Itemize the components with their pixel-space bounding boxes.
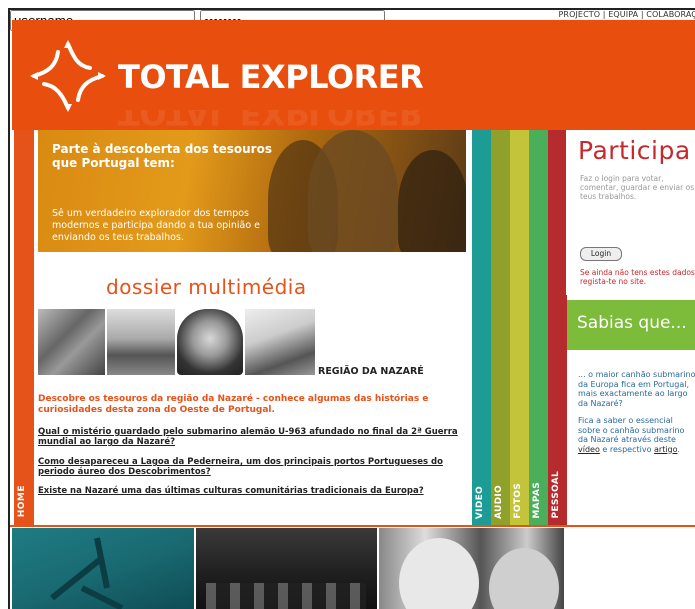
tab-audio[interactable]: AUDIO — [491, 130, 510, 525]
hero-figure — [398, 150, 466, 252]
tab-fotos[interactable]: FOTOS — [510, 130, 529, 525]
tab-mapas-label: MAPAS — [532, 482, 542, 519]
question-link-culturas[interactable]: Existe na Nazaré uma das últimas cultura… — [38, 486, 468, 496]
section-divider — [10, 525, 695, 527]
tab-home-label: HOME — [17, 484, 27, 517]
fact-essencial-mid: e respectivo — [599, 444, 654, 454]
participa-title: Participa — [578, 136, 691, 165]
sabias-facts: ... o maior canhão submarino da Europa f… — [578, 370, 695, 462]
tab-fotos-label: FOTOS — [513, 483, 523, 519]
nav-link-equipa[interactable]: EQUIPA — [608, 10, 638, 19]
thumb-map[interactable] — [38, 309, 105, 375]
page-frame: PROJECTO | EQUIPA | COLABORAÇ TOTAL EXPL… — [8, 8, 695, 609]
top-nav: PROJECTO | EQUIPA | COLABORAÇ — [558, 10, 695, 19]
anchor-shape — [50, 537, 124, 609]
sabias-title: Sabias que... — [577, 313, 687, 333]
thumb-man[interactable] — [245, 309, 315, 375]
fact-essencial-end: . — [677, 444, 680, 454]
dossier-heading: dossier multimédia — [106, 275, 307, 299]
tab-video-label: VIDEO — [475, 485, 485, 519]
brand-title[interactable]: TOTAL EXPLORER — [118, 58, 424, 96]
region-label[interactable]: REGIÃO DA NAZARÉ — [318, 366, 424, 377]
fact-essencial: Fica a saber o essencial sobre o canhão … — [578, 416, 695, 454]
question-link-submarine[interactable]: Qual o mistério guardado pelo submarino … — [38, 427, 468, 447]
artigo-link[interactable]: artigo — [654, 445, 677, 454]
tab-mapas[interactable]: MAPAS — [529, 130, 548, 525]
brand-reflection: TOTAL EXPLORER — [118, 110, 424, 130]
fact-essencial-text: Fica a saber o essencial sobre o canhão … — [578, 416, 685, 444]
register-note[interactable]: Se ainda não tens estes dados, regista-t… — [580, 268, 695, 286]
tab-audio-label: AUDIO — [494, 485, 504, 519]
login-description: Faz o login para votar, comentar, guarda… — [580, 174, 695, 201]
dossier-intro: Descobre os tesouros da região da Nazaré… — [38, 394, 429, 415]
hero-figure — [308, 130, 398, 252]
login-button[interactable]: Login — [580, 247, 622, 261]
nav-link-projecto[interactable]: PROJECTO — [558, 10, 600, 19]
hero-subtitle: Sê um verdadeiro explorador dos tempos m… — [52, 208, 261, 243]
fact-canhao: ... o maior canhão submarino da Europa f… — [578, 370, 695, 408]
photo-underwater[interactable] — [12, 528, 194, 609]
kid-face — [399, 538, 479, 609]
question-link-lagoa[interactable]: Como desapareceu a Lagoa da Pederneira, … — [38, 457, 468, 477]
sabias-banner: Sabias que... — [567, 300, 695, 350]
tab-pessoal[interactable]: PESSOAL — [548, 130, 567, 525]
video-link[interactable]: vídeo — [578, 445, 600, 454]
kid-face — [489, 548, 559, 609]
site-header: TOTAL EXPLORER TOTAL EXPLORER — [12, 20, 695, 130]
hero-banner: Parte à descoberta dos tesouros que Port… — [38, 130, 466, 252]
tab-home[interactable]: HOME — [14, 130, 34, 525]
photo-kids[interactable] — [379, 528, 564, 609]
thumb-boat[interactable] — [107, 309, 175, 375]
compass-star-icon[interactable] — [28, 38, 108, 114]
photo-band[interactable] — [196, 528, 377, 609]
tab-pessoal-label: PESSOAL — [551, 471, 561, 519]
nav-link-colaboracao[interactable]: COLABORAÇ — [646, 10, 695, 19]
hero-title: Parte à descoberta dos tesouros que Port… — [52, 142, 272, 170]
tab-video[interactable]: VIDEO — [472, 130, 491, 525]
band-figures — [206, 583, 366, 609]
thumb-child[interactable] — [177, 309, 243, 375]
